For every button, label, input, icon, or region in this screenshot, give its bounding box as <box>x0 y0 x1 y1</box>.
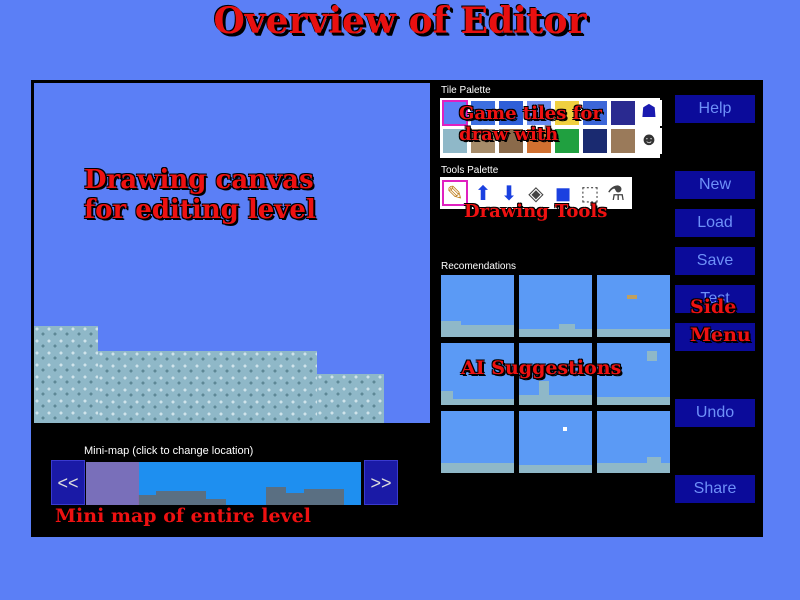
minimap-next-button[interactable]: >> <box>364 460 398 505</box>
side-menu-annotation: Side Menu <box>690 296 751 346</box>
tools-palette-label: Tools Palette <box>441 165 499 176</box>
minimap[interactable] <box>86 462 361 505</box>
recommendation-thumbnail[interactable] <box>441 275 514 337</box>
canvas-annotation: Drawing canvas for editing level <box>84 165 316 225</box>
recommendation-thumbnail[interactable] <box>441 411 514 473</box>
recommendation-thumbnail[interactable] <box>597 411 670 473</box>
new-button[interactable]: New <box>675 171 755 199</box>
ground-tiles <box>317 374 384 423</box>
minimap-viewport[interactable] <box>86 462 139 505</box>
robot-icon[interactable]: ☗ <box>636 100 662 126</box>
drawing-canvas[interactable] <box>34 83 430 423</box>
undo-button[interactable]: Undo <box>675 399 755 427</box>
recommendation-thumbnail[interactable] <box>519 411 592 473</box>
minimap-label: Mini-map (click to change location) <box>84 445 254 457</box>
recommendations-label: Recomendations <box>441 261 517 272</box>
recommendation-thumbnail[interactable] <box>519 275 592 337</box>
tile-box[interactable] <box>610 128 636 154</box>
tools-annotation: Drawing Tools <box>464 201 608 222</box>
help-button[interactable]: Help <box>675 95 755 123</box>
recommendation-thumbnail[interactable] <box>597 275 670 337</box>
ground-tiles <box>98 351 317 423</box>
save-button[interactable]: Save <box>675 247 755 275</box>
minimap-prev-button[interactable]: << <box>51 460 85 505</box>
load-button[interactable]: Load <box>675 209 755 237</box>
tile-dark[interactable] <box>610 100 636 126</box>
page-title: Overview of Editor <box>213 0 587 42</box>
tile-palette-label: Tile Palette <box>441 85 491 96</box>
enemy-icon[interactable]: ☻ <box>636 128 662 154</box>
ground-tiles <box>34 326 98 423</box>
share-button[interactable]: Share <box>675 475 755 503</box>
tiles-annotation: Game tiles for draw with <box>459 103 602 145</box>
ai-annotation: AI Suggestions <box>461 357 622 379</box>
minimap-annotation: Mini map of entire level <box>55 505 311 527</box>
